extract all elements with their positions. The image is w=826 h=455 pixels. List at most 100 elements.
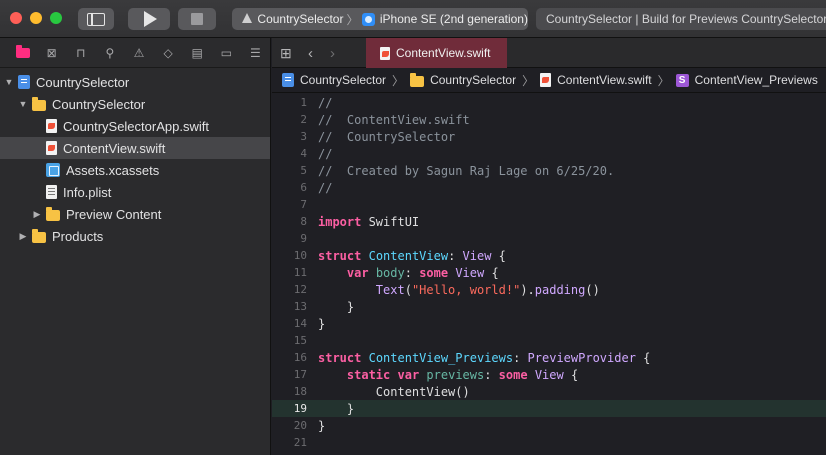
code-line[interactable]: 7 xyxy=(272,196,826,213)
code-line[interactable]: 11 var body: some View { xyxy=(272,264,826,281)
disclosure-collapsed-icon[interactable]: ▶ xyxy=(32,209,42,220)
symbol-navigator-tab[interactable]: ⊓ xyxy=(66,38,95,68)
breakpoint-icon: ▭ xyxy=(220,45,232,60)
toggle-navigator-button[interactable] xyxy=(78,8,114,30)
code-token: : xyxy=(484,367,499,382)
xcode-project-icon xyxy=(282,73,294,87)
code-area[interactable]: 1 // 2 // ContentView.swift 3 // CountrySelec… xyxy=(272,94,826,451)
project-navigator-tab[interactable] xyxy=(8,38,37,68)
line-number: 12 xyxy=(293,283,307,296)
report-navigator-tab[interactable]: ☰ xyxy=(241,38,270,68)
code-token: () xyxy=(585,282,600,297)
tree-item-assets[interactable]: Assets.xcassets xyxy=(0,159,270,181)
tab-contentview-swift[interactable]: ContentView.swift xyxy=(366,38,507,68)
code-line[interactable]: 4 // xyxy=(272,145,826,162)
code-token: padding xyxy=(534,282,586,297)
code-text: static var previews: some View { xyxy=(312,368,578,382)
tree-item-info-plist[interactable]: Info.plist xyxy=(0,181,270,203)
line-number: 6 xyxy=(300,181,307,194)
line-number: 13 xyxy=(293,300,307,313)
run-button[interactable] xyxy=(128,8,170,30)
code-text: import SwiftUI xyxy=(312,215,419,229)
code-line[interactable]: 9 xyxy=(272,230,826,247)
debug-navigator-tab[interactable]: ▤ xyxy=(183,38,212,68)
test-navigator-tab[interactable]: ◇ xyxy=(154,38,183,68)
code-line[interactable]: 14} xyxy=(272,315,826,332)
tree-item-contentview-swift[interactable]: ContentView.swift xyxy=(0,137,270,159)
xcode-project-icon xyxy=(18,75,30,89)
jumpbar-project[interactable]: CountrySelector xyxy=(300,73,386,87)
code-token: } xyxy=(318,401,355,416)
code-line[interactable]: 18 ContentView() xyxy=(272,383,826,400)
code-text: // ContentView.swift xyxy=(312,113,470,127)
close-window-button[interactable] xyxy=(10,12,22,24)
tree-item-preview-content[interactable]: ▶ Preview Content xyxy=(0,203,270,225)
project-navigator-pane: ⊠ ⊓ ⚲ ⚠ ◇ ▤ ▭ ☰ ▼ CountrySelector ▼ Coun… xyxy=(0,38,271,455)
chevron-right-icon: 〉 xyxy=(522,73,535,88)
code-line[interactable]: 2 // ContentView.swift xyxy=(272,111,826,128)
line-number: 5 xyxy=(300,164,307,177)
forward-arrow-icon[interactable]: › xyxy=(330,45,335,62)
code-token: some xyxy=(419,265,449,280)
scheme-selector[interactable]: CountrySelector 〉 iPhone SE (2nd generat… xyxy=(232,8,528,30)
code-line[interactable]: 1 // xyxy=(272,94,826,111)
code-token: } xyxy=(318,299,355,314)
jump-bar: CountrySelector 〉 CountrySelector 〉 Cont… xyxy=(272,68,826,93)
jumpbar-file[interactable]: ContentView.swift xyxy=(557,73,652,87)
jumpbar-symbol[interactable]: ContentView_Previews xyxy=(695,73,818,87)
code-line[interactable]: 10 struct ContentView: View { xyxy=(272,247,826,264)
code-line[interactable]: 5 // Created by Sagun Raj Lage on 6/25/20… xyxy=(272,162,826,179)
minimize-window-button[interactable] xyxy=(30,12,42,24)
disclosure-collapsed-icon[interactable]: ▶ xyxy=(18,231,28,242)
code-token: ContentView xyxy=(375,384,456,399)
play-icon xyxy=(144,11,157,27)
jumpbar-group[interactable]: CountrySelector xyxy=(430,73,516,87)
code-token: { xyxy=(563,367,579,382)
disclosure-expanded-icon[interactable]: ▼ xyxy=(18,99,28,109)
line-number: 16 xyxy=(293,351,307,364)
zoom-window-button[interactable] xyxy=(50,12,62,24)
device-name[interactable]: iPhone SE (2nd generation) xyxy=(380,12,528,26)
code-token: var xyxy=(346,265,369,280)
back-arrow-icon[interactable]: ‹ xyxy=(308,45,313,62)
code-token: static xyxy=(346,367,391,382)
code-text: // xyxy=(312,96,332,110)
breakpoint-navigator-tab[interactable]: ▭ xyxy=(212,38,241,68)
tree-item-label: CountrySelector xyxy=(36,74,130,90)
line-number: 7 xyxy=(300,198,307,211)
related-items-icon[interactable]: ⊞ xyxy=(280,45,292,62)
code-line[interactable]: 3 // CountrySelector xyxy=(272,128,826,145)
code-line[interactable]: 8 import SwiftUI xyxy=(272,213,826,230)
app-target-icon xyxy=(240,13,253,25)
stop-button[interactable] xyxy=(178,8,216,30)
chevron-right-icon: 〉 xyxy=(657,73,670,88)
issue-navigator-tab[interactable]: ⚠ xyxy=(124,38,153,68)
tree-item-group-countryselector[interactable]: ▼ CountrySelector xyxy=(0,93,270,115)
code-token: View xyxy=(455,265,485,280)
code-line[interactable]: 13 } xyxy=(272,298,826,315)
code-token: PreviewProvider xyxy=(527,350,636,365)
code-line[interactable]: 6 // xyxy=(272,179,826,196)
code-text: // CountrySelector xyxy=(312,130,455,144)
spray-icon: ▤ xyxy=(191,45,203,60)
tree-item-countryselectorapp-swift[interactable]: CountrySelectorApp.swift xyxy=(0,115,270,137)
disclosure-expanded-icon[interactable]: ▼ xyxy=(4,77,14,87)
scheme-name[interactable]: CountrySelector xyxy=(257,12,343,26)
code-line[interactable]: 16 struct ContentView_Previews: PreviewPr… xyxy=(272,349,826,366)
tree-item-project[interactable]: ▼ CountrySelector xyxy=(0,71,270,93)
source-control-tab[interactable]: ⊠ xyxy=(37,38,66,68)
code-line[interactable]: 12 Text("Hello, world!").padding() xyxy=(272,281,826,298)
folder-icon xyxy=(32,228,46,243)
find-navigator-tab[interactable]: ⚲ xyxy=(95,38,124,68)
code-line[interactable]: 15 xyxy=(272,332,826,349)
code-line[interactable]: 20} xyxy=(272,417,826,434)
stop-icon xyxy=(191,13,203,25)
code-line[interactable]: 21 xyxy=(272,434,826,451)
code-line[interactable]: 19 } xyxy=(272,400,826,417)
tree-item-products[interactable]: ▶ Products xyxy=(0,225,270,247)
code-line[interactable]: 17 static var previews: some View { xyxy=(272,366,826,383)
